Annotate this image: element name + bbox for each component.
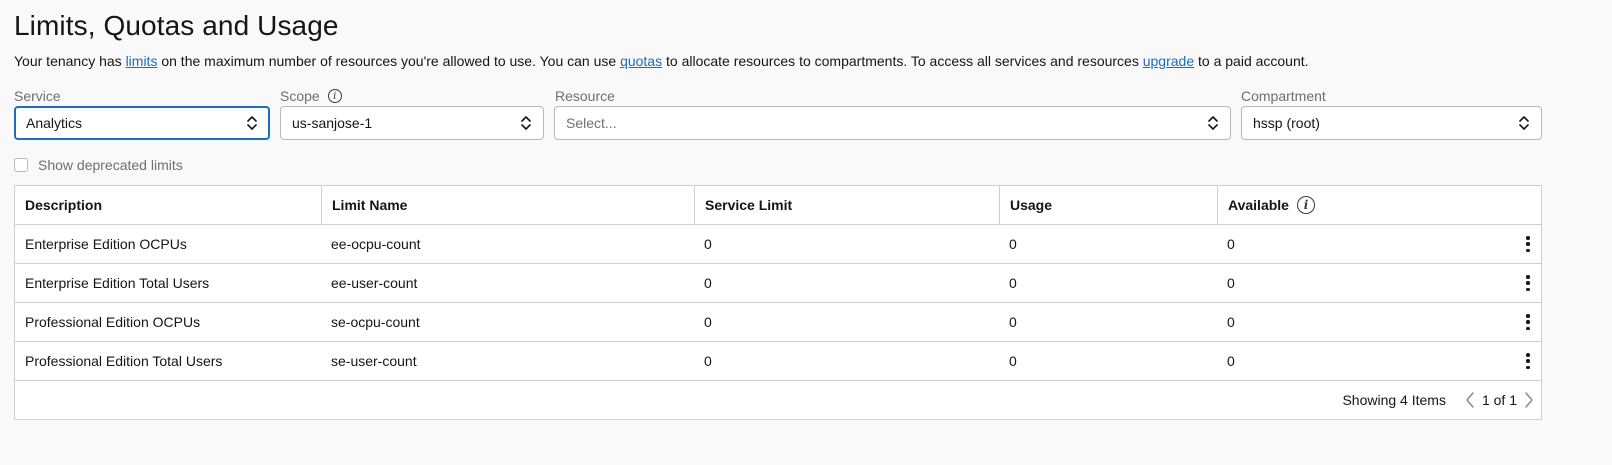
column-header-usage[interactable]: Usage (999, 186, 1217, 224)
intro-text: Your tenancy has limits on the maximum n… (14, 53, 1309, 69)
info-icon[interactable]: i (327, 89, 342, 103)
cell-available: 0 (1227, 275, 1235, 291)
cell-description: Enterprise Edition OCPUs (25, 236, 187, 252)
cell-available: 0 (1227, 236, 1235, 252)
compartment-select[interactable]: hssp (root) (1241, 106, 1542, 140)
cell-limit-name: ee-ocpu-count (331, 236, 421, 252)
show-deprecated-label: Show deprecated limits (38, 157, 183, 173)
row-actions-menu-icon[interactable] (1521, 313, 1535, 331)
cell-available: 0 (1227, 353, 1235, 369)
column-header-available[interactable]: Available i (1217, 186, 1541, 224)
show-deprecated-toggle[interactable]: Show deprecated limits (14, 157, 183, 173)
table-footer: Showing 4 Items 1 of 1 (15, 381, 1541, 419)
column-header-available-label: Available (1228, 197, 1289, 213)
cell-description: Professional Edition Total Users (25, 353, 223, 369)
up-down-chevron-icon (1208, 116, 1218, 130)
previous-page-icon[interactable] (1464, 391, 1476, 409)
up-down-chevron-icon (1519, 116, 1529, 130)
cell-service-limit: 0 (704, 236, 712, 252)
scope-label: Scope i (280, 88, 342, 104)
up-down-chevron-icon (521, 116, 531, 130)
intro-text-part: to a paid account. (1194, 53, 1309, 69)
cell-limit-name: se-ocpu-count (331, 314, 420, 330)
row-actions-menu-icon[interactable] (1521, 274, 1535, 292)
column-header-service-limit[interactable]: Service Limit (694, 186, 999, 224)
intro-text-part: to allocate resources to compartments. T… (662, 53, 1143, 69)
service-label: Service (14, 88, 61, 104)
scope-label-text: Scope (280, 88, 320, 104)
row-actions-menu-icon[interactable] (1521, 235, 1535, 253)
page-title: Limits, Quotas and Usage (14, 10, 339, 41)
limits-table: Description Limit Name Service Limit Usa… (14, 185, 1542, 420)
page-indicator: 1 of 1 (1481, 392, 1517, 408)
up-down-chevron-icon (247, 116, 257, 130)
cell-usage: 0 (1009, 236, 1017, 252)
compartment-select-value: hssp (root) (1253, 115, 1320, 131)
table-row: Professional Edition Total Users se-user… (15, 342, 1541, 381)
service-select-value: Analytics (26, 115, 83, 131)
table-row: Professional Edition OCPUs se-ocpu-count… (15, 303, 1541, 342)
table-header: Description Limit Name Service Limit Usa… (15, 186, 1541, 225)
resource-select[interactable]: Select... (554, 106, 1231, 140)
table-row: Enterprise Edition Total Users ee-user-c… (15, 264, 1541, 303)
info-icon[interactable]: i (1296, 196, 1315, 214)
cell-service-limit: 0 (704, 314, 712, 330)
resource-label: Resource (555, 88, 615, 104)
table-row: Enterprise Edition OCPUs ee-ocpu-count 0… (15, 225, 1541, 264)
cell-available: 0 (1227, 314, 1235, 330)
scope-select-value: us-sanjose-1 (292, 115, 373, 131)
cell-description: Enterprise Edition Total Users (25, 275, 210, 291)
cell-service-limit: 0 (704, 353, 712, 369)
cell-usage: 0 (1009, 314, 1017, 330)
quotas-link[interactable]: quotas (620, 53, 662, 69)
column-header-description[interactable]: Description (15, 186, 322, 224)
column-header-limit-name[interactable]: Limit Name (321, 186, 694, 224)
cell-limit-name: se-user-count (331, 353, 417, 369)
intro-text-part: on the maximum number of resources you'r… (157, 53, 621, 69)
cell-service-limit: 0 (704, 275, 712, 291)
service-select[interactable]: Analytics (14, 106, 270, 140)
row-actions-menu-icon[interactable] (1521, 352, 1535, 370)
cell-limit-name: ee-user-count (331, 275, 418, 291)
next-page-icon[interactable] (1523, 391, 1535, 409)
compartment-label: Compartment (1241, 88, 1326, 104)
show-deprecated-checkbox[interactable] (14, 158, 28, 172)
scope-select[interactable]: us-sanjose-1 (280, 106, 544, 140)
cell-description: Professional Edition OCPUs (25, 314, 201, 330)
upgrade-link[interactable]: upgrade (1143, 53, 1194, 69)
item-count: Showing 4 Items (1342, 392, 1446, 408)
limits-link[interactable]: limits (126, 53, 158, 69)
resource-select-placeholder: Select... (566, 115, 617, 131)
cell-usage: 0 (1009, 275, 1017, 291)
intro-text-part: Your tenancy has (14, 53, 126, 69)
cell-usage: 0 (1009, 353, 1017, 369)
